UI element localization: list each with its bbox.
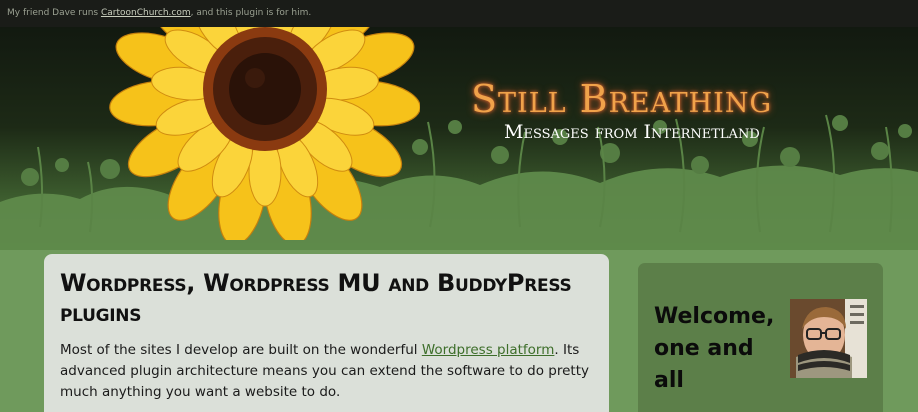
welcome-title: Welcome, one and all [654, 304, 775, 393]
site-title[interactable]: Still Breathing [471, 77, 772, 121]
intro-text-start: Most of the sites I develop are built on… [60, 342, 422, 358]
cartoonchurch-link[interactable]: CartoonChurch.com [101, 8, 191, 18]
site-tagline: Messages from Internetland [504, 121, 760, 143]
promo-bar: My friend Dave runs CartoonChurch.com, a… [0, 0, 918, 27]
wordpress-platform-link[interactable]: Wordpress platform [422, 342, 555, 358]
intro-paragraph: Most of the sites I develop are built on… [60, 340, 593, 403]
promo-text-end: , and this plugin is for him. [190, 8, 312, 18]
post-heading: Wordpress, Wordpress MU and BuddyPress p… [60, 269, 572, 327]
promo-text-start: My friend Dave runs [7, 8, 101, 18]
sunflower-logo [109, 0, 420, 240]
main-content-card: Wordpress, Wordpress MU and BuddyPress p… [44, 254, 609, 412]
avatar [790, 299, 867, 378]
sidebar-welcome: Welcome, one and all [638, 263, 883, 412]
